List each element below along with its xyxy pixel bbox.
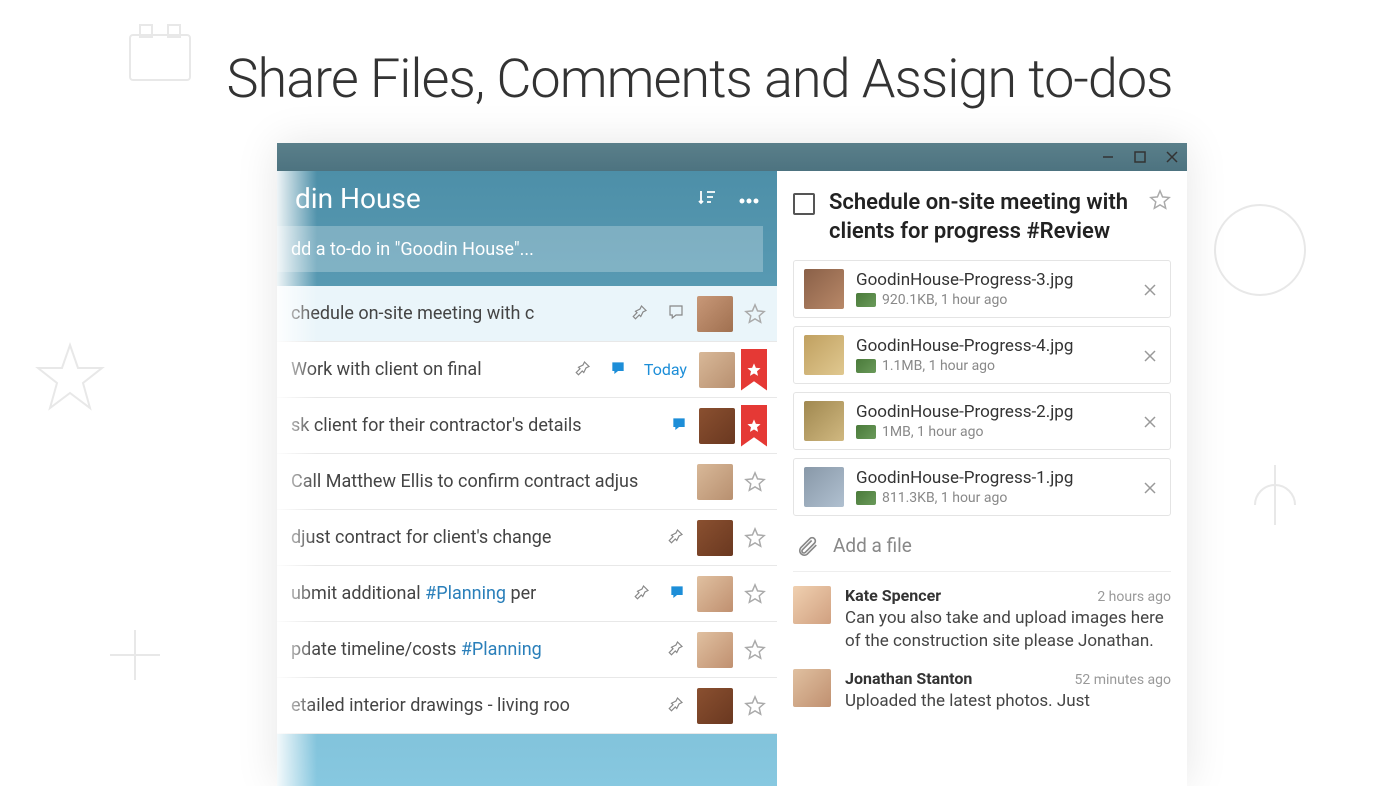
todo-text: pdate timeline/costs #Planning xyxy=(291,639,667,660)
comment-text: Can you also take and upload images here… xyxy=(845,607,1171,653)
task-title: Schedule on-site meeting with clients fo… xyxy=(829,189,1135,246)
file-thumbnail xyxy=(804,401,844,441)
due-date: Today xyxy=(644,360,687,379)
todo-item[interactable]: djust contract for client's change xyxy=(277,510,777,566)
assignee-avatar[interactable] xyxy=(699,408,735,444)
file-thumbnail xyxy=(804,467,844,507)
todo-item[interactable]: ubmit additional #Planning per xyxy=(277,566,777,622)
todo-item[interactable]: pdate timeline/costs #Planning xyxy=(277,622,777,678)
add-todo-input[interactable]: dd a to-do in "Goodin House"... xyxy=(277,226,763,272)
add-file-button[interactable]: Add a file xyxy=(793,526,1171,572)
remove-file-button[interactable] xyxy=(1144,413,1160,429)
comment-author: Jonathan Stanton xyxy=(845,669,972,688)
file-meta: 1.1MB, 1 hour ago xyxy=(882,358,995,374)
uploader-avatar xyxy=(856,425,876,439)
file-thumbnail xyxy=(804,269,844,309)
window-titlebar xyxy=(277,143,1187,171)
star-button[interactable] xyxy=(743,526,767,550)
comment-icon[interactable] xyxy=(610,360,626,380)
comment-avatar xyxy=(793,586,831,624)
list-header: din House xyxy=(277,171,777,226)
todo-text: djust contract for client's change xyxy=(291,527,667,548)
assignee-avatar[interactable] xyxy=(697,688,733,724)
file-thumbnail xyxy=(804,335,844,375)
pin-icon[interactable] xyxy=(667,695,685,717)
assignee-avatar[interactable] xyxy=(697,576,733,612)
comment-time: 52 minutes ago xyxy=(1074,672,1171,688)
todo-list: chedule on-site meeting with c Work with … xyxy=(277,286,777,786)
remove-file-button[interactable] xyxy=(1144,281,1160,297)
comment-time: 2 hours ago xyxy=(1097,589,1171,605)
remove-file-button[interactable] xyxy=(1144,347,1160,363)
file-row[interactable]: GoodinHouse-Progress-3.jpg 920.1KB, 1 hou… xyxy=(793,260,1171,318)
close-button[interactable] xyxy=(1165,150,1179,164)
pin-icon[interactable] xyxy=(633,583,651,605)
comment-icon[interactable] xyxy=(667,303,685,325)
sort-icon[interactable] xyxy=(697,187,717,211)
file-name: GoodinHouse-Progress-3.jpg xyxy=(856,270,1132,290)
star-button[interactable] xyxy=(743,470,767,494)
comment-avatar xyxy=(793,669,831,707)
file-row[interactable]: GoodinHouse-Progress-2.jpg 1MB, 1 hour ag… xyxy=(793,392,1171,450)
file-list: GoodinHouse-Progress-3.jpg 920.1KB, 1 hou… xyxy=(793,260,1171,516)
todo-item[interactable]: chedule on-site meeting with c xyxy=(277,286,777,342)
assignee-avatar[interactable] xyxy=(697,520,733,556)
todo-text: ubmit additional #Planning per xyxy=(291,583,633,604)
comment-author: Kate Spencer xyxy=(845,586,941,605)
list-title: din House xyxy=(295,182,421,215)
todo-text: etailed interior drawings - living roo xyxy=(291,695,667,716)
pin-icon[interactable] xyxy=(574,359,592,381)
file-row[interactable]: GoodinHouse-Progress-1.jpg 811.3KB, 1 hou… xyxy=(793,458,1171,516)
file-name: GoodinHouse-Progress-4.jpg xyxy=(856,336,1132,356)
task-checkbox[interactable] xyxy=(793,193,815,215)
uploader-avatar xyxy=(856,359,876,373)
uploader-avatar xyxy=(856,491,876,505)
detail-pane: Schedule on-site meeting with clients fo… xyxy=(777,171,1187,786)
todo-text: chedule on-site meeting with c xyxy=(291,303,631,324)
assignee-avatar[interactable] xyxy=(699,352,735,388)
comment-icon[interactable] xyxy=(669,584,685,604)
comment-icon[interactable] xyxy=(671,416,687,436)
todo-text: Work with client on final xyxy=(291,359,574,380)
maximize-button[interactable] xyxy=(1133,150,1147,164)
assignee-avatar[interactable] xyxy=(697,296,733,332)
remove-file-button[interactable] xyxy=(1144,479,1160,495)
todo-item[interactable]: Work with client on final Today xyxy=(277,342,777,398)
star-flag[interactable] xyxy=(741,405,767,447)
comment-text: Uploaded the latest photos. Just xyxy=(845,690,1171,713)
star-button[interactable] xyxy=(1149,189,1171,211)
list-pane: din House dd a to-do in "Goodin House"..… xyxy=(277,171,777,786)
assignee-avatar[interactable] xyxy=(697,632,733,668)
todo-item[interactable]: etailed interior drawings - living roo xyxy=(277,678,777,734)
comments-section: Kate Spencer 2 hours ago Can you also take… xyxy=(793,586,1171,786)
pin-icon[interactable] xyxy=(667,527,685,549)
page-headline: Share Files, Comments and Assign to-dos xyxy=(0,0,1399,111)
more-icon[interactable] xyxy=(739,189,759,208)
comment: Jonathan Stanton 52 minutes ago Uploaded t… xyxy=(793,669,1171,713)
star-button[interactable] xyxy=(743,302,767,326)
pin-icon[interactable] xyxy=(631,303,649,325)
todo-item[interactable]: Call Matthew Ellis to confirm contract a… xyxy=(277,454,777,510)
file-row[interactable]: GoodinHouse-Progress-4.jpg 1.1MB, 1 hour … xyxy=(793,326,1171,384)
file-meta: 811.3KB, 1 hour ago xyxy=(882,490,1007,506)
minimize-button[interactable] xyxy=(1101,150,1115,164)
todo-text: sk client for their contractor's details xyxy=(291,415,671,436)
file-name: GoodinHouse-Progress-2.jpg xyxy=(856,402,1132,422)
star-flag[interactable] xyxy=(741,349,767,391)
file-meta: 920.1KB, 1 hour ago xyxy=(882,292,1007,308)
app-window: din House dd a to-do in "Goodin House"..… xyxy=(277,143,1187,786)
file-name: GoodinHouse-Progress-1.jpg xyxy=(856,468,1132,488)
assignee-avatar[interactable] xyxy=(697,464,733,500)
star-button[interactable] xyxy=(743,582,767,606)
star-button[interactable] xyxy=(743,694,767,718)
star-button[interactable] xyxy=(743,638,767,662)
todo-text: Call Matthew Ellis to confirm contract a… xyxy=(291,471,685,492)
uploader-avatar xyxy=(856,293,876,307)
pin-icon[interactable] xyxy=(667,639,685,661)
file-meta: 1MB, 1 hour ago xyxy=(882,424,983,440)
todo-item[interactable]: sk client for their contractor's details xyxy=(277,398,777,454)
comment: Kate Spencer 2 hours ago Can you also take… xyxy=(793,586,1171,653)
